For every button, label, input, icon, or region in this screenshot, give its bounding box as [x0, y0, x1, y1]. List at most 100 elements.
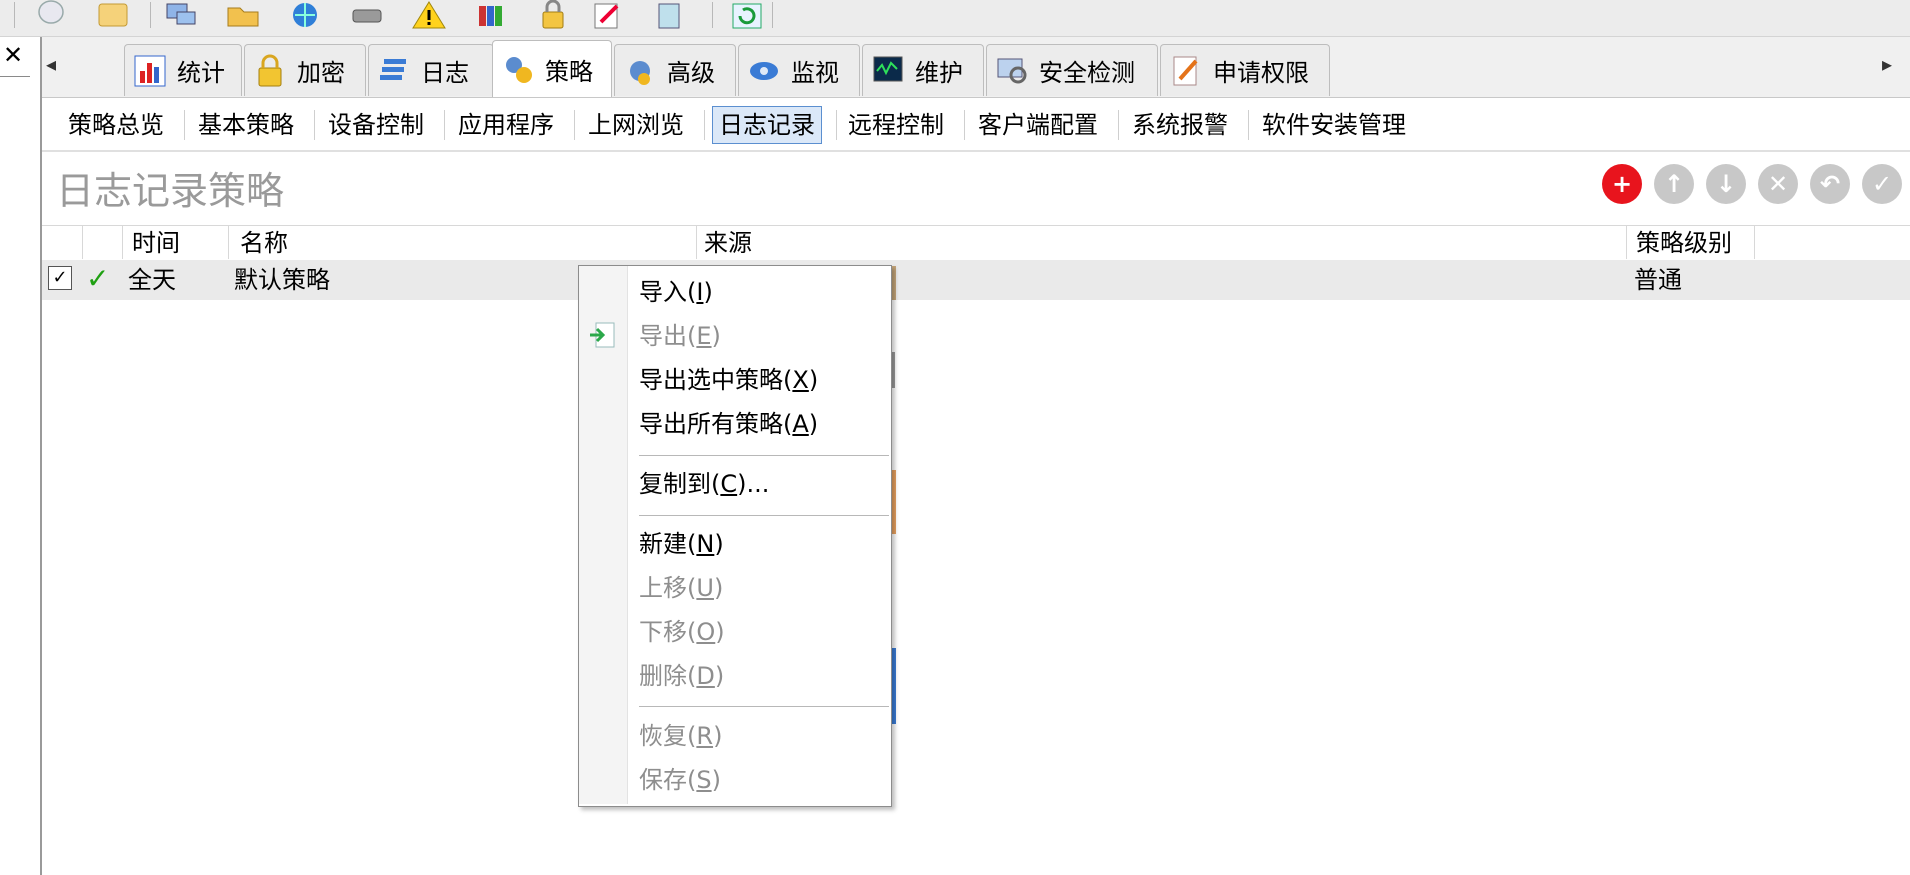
lock-icon[interactable] [532, 0, 574, 30]
menu-item-accelerator: C [720, 470, 738, 498]
globe-icon[interactable] [284, 0, 326, 30]
up-arrow-icon[interactable]: ↑ [1654, 164, 1694, 204]
column-header-time[interactable]: 时间 [132, 228, 180, 258]
menu-item-text: 复制到( [639, 470, 721, 498]
menu-item-accelerator: E [696, 322, 712, 350]
tab-encryption[interactable]: 加密 [244, 44, 366, 96]
close-pane-button[interactable]: ✕ [0, 40, 26, 70]
menu-item-import[interactable]: 导入(I) [639, 274, 713, 310]
bar-chart-icon [131, 52, 169, 90]
cell-level: 普通 [1634, 266, 1682, 294]
down-arrow-icon[interactable]: ↓ [1706, 164, 1746, 204]
column-divider [228, 225, 229, 259]
cell-time: 全天 [128, 266, 176, 294]
advanced-gear-icon [621, 52, 659, 90]
toolbar-separator [712, 2, 713, 28]
subnav-item-applications[interactable]: 应用程序 [452, 106, 560, 144]
monitor-eye-icon [745, 52, 783, 90]
table-header [42, 225, 1910, 261]
menu-item-move-down[interactable]: 下移(O) [639, 614, 725, 650]
menu-item-text: 导入( [639, 278, 697, 306]
subnav-item-web-browsing[interactable]: 上网浏览 [582, 106, 690, 144]
add-icon[interactable]: + [1602, 164, 1642, 204]
menu-item-text-end: ) [713, 722, 723, 750]
main-toolbar [0, 0, 1910, 37]
subnav-separator [704, 110, 705, 140]
tab-policy[interactable]: 策略 [492, 40, 612, 97]
menu-item-export[interactable]: 导出(E) [639, 318, 721, 354]
tab-scroll-left-icon[interactable]: ◂ [46, 52, 56, 76]
menu-item-export-all[interactable]: 导出所有策略(A) [639, 406, 818, 442]
cell-name: 默认策略 [234, 266, 330, 294]
subnav-separator [574, 110, 575, 140]
books-icon[interactable] [470, 0, 512, 30]
column-header-name[interactable]: 名称 [240, 228, 288, 258]
column-header-level[interactable]: 策略级别 [1636, 228, 1732, 258]
menu-item-text: 上移( [639, 574, 697, 602]
column-divider [1754, 225, 1755, 259]
menu-separator [639, 706, 889, 707]
edit-icon[interactable] [586, 0, 628, 30]
log-stack-icon [375, 52, 413, 90]
menu-item-delete[interactable]: 删除(D) [639, 658, 724, 694]
menu-separator [639, 515, 889, 516]
menu-item-text-end: ) [808, 410, 819, 438]
menu-item-copy-to[interactable]: 复制到(C)... [639, 466, 769, 502]
column-divider [82, 225, 83, 259]
menu-item-save[interactable]: 保存(S) [639, 762, 721, 798]
column-header-source[interactable]: 来源 [704, 228, 752, 258]
folder-icon[interactable] [92, 0, 134, 30]
toolbar-separator [14, 2, 15, 28]
subnav-separator [1118, 110, 1119, 140]
tab-security-check[interactable]: 安全检测 [986, 44, 1158, 96]
subnav-item-client-config[interactable]: 客户端配置 [972, 106, 1104, 144]
tab-label: 高级 [667, 59, 715, 87]
tab-label: 监视 [791, 59, 839, 87]
menu-item-new[interactable]: 新建(N) [639, 526, 724, 562]
undo-icon[interactable]: ↶ [1810, 164, 1850, 204]
menu-item-accelerator: O [696, 618, 716, 646]
menu-item-restore[interactable]: 恢复(R) [639, 718, 722, 754]
padlock-icon [251, 52, 289, 90]
delete-icon[interactable]: ✕ [1758, 164, 1798, 204]
subnav-item-software-install[interactable]: 软件安装管理 [1256, 106, 1412, 144]
menu-item-text-end: ) [713, 574, 724, 602]
menu-item-text: 导出选中策略( [639, 366, 793, 394]
subnav-item-overview[interactable]: 策略总览 [62, 106, 170, 144]
tab-label: 策略 [545, 57, 593, 86]
open-folder-icon[interactable] [222, 0, 264, 30]
subnav-item-basic[interactable]: 基本策略 [192, 106, 300, 144]
subnav-item-device-control[interactable]: 设备控制 [322, 106, 430, 144]
tab-stats[interactable]: 统计 [124, 44, 242, 96]
warning-icon[interactable] [408, 0, 450, 30]
tab-maintenance[interactable]: 维护 [862, 44, 984, 96]
subnav-item-logging[interactable]: 日志记录 [712, 106, 822, 144]
row-checkbox[interactable]: ✓ [48, 266, 72, 290]
menu-item-export-selected[interactable]: 导出选中策略(X) [639, 362, 818, 398]
security-scan-icon [993, 52, 1031, 90]
save-check-icon[interactable]: ✓ [1862, 164, 1902, 204]
tab-label: 统计 [177, 59, 225, 87]
computers-icon[interactable] [160, 0, 202, 30]
drive-icon[interactable] [346, 0, 388, 30]
window-icon[interactable] [648, 0, 690, 30]
column-divider [1626, 225, 1627, 259]
tab-label: 加密 [297, 59, 345, 87]
tab-monitor[interactable]: 监视 [738, 44, 860, 96]
subnav-item-system-alarm[interactable]: 系统报警 [1126, 106, 1234, 144]
tab-advanced[interactable]: 高级 [614, 44, 736, 96]
menu-item-accelerator: D [696, 662, 715, 690]
menu-item-text-end: ) [715, 618, 725, 646]
subnav-item-remote-control[interactable]: 远程控制 [842, 106, 950, 144]
subnav-separator [836, 110, 837, 140]
tab-logs[interactable]: 日志 [368, 44, 494, 96]
menu-item-text-end: ) [703, 278, 713, 306]
menu-item-accelerator: A [792, 410, 809, 438]
tab-scroll-right-icon[interactable]: ▸ [1882, 52, 1892, 76]
tab-request-permission[interactable]: 申请权限 [1160, 44, 1330, 96]
user-icon[interactable] [30, 0, 72, 30]
tab-label: 维护 [915, 59, 963, 87]
menu-item-move-up[interactable]: 上移(U) [639, 570, 723, 606]
menu-item-accelerator: N [696, 530, 715, 558]
refresh-icon[interactable] [726, 0, 768, 30]
